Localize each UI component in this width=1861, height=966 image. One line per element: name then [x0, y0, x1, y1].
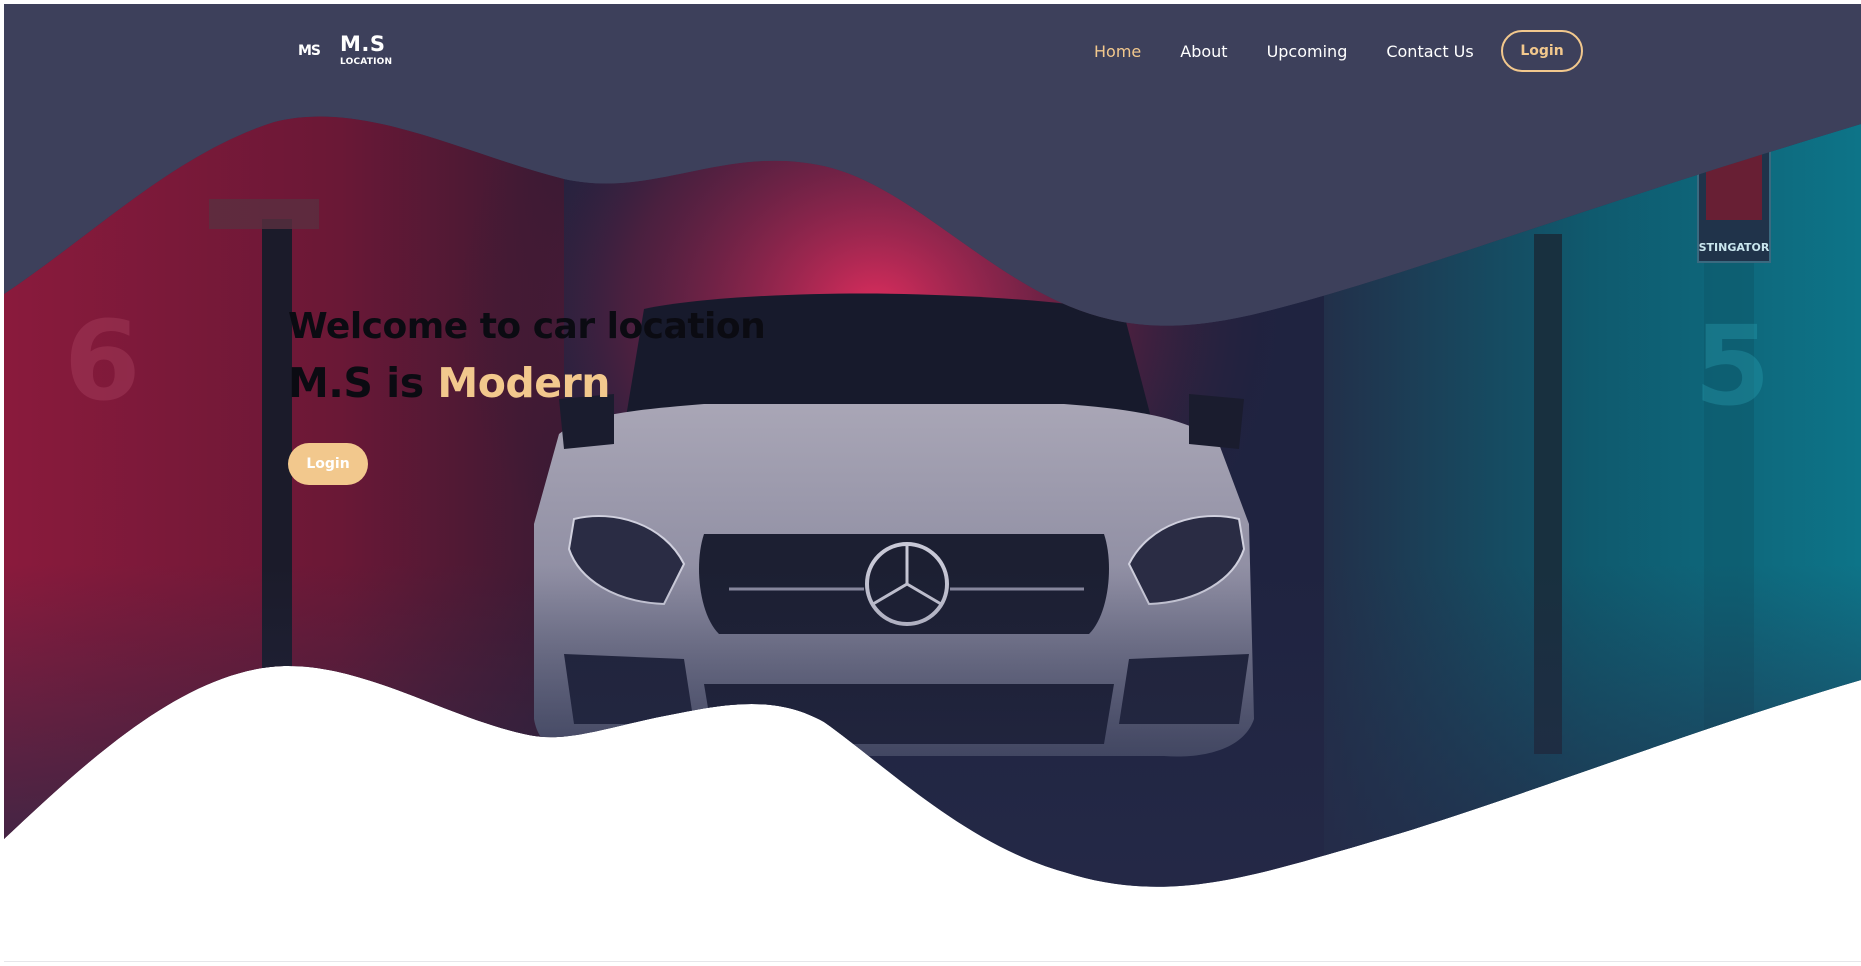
nav-contact-link[interactable]: Contact Us: [1386, 42, 1473, 61]
wall-number-right: 5: [1694, 302, 1771, 430]
brand-title: M.S: [340, 32, 386, 56]
wall-number-left: 6: [64, 297, 141, 425]
hero-welcome-text: Welcome to car location: [288, 306, 766, 347]
brand-text: M.S LOCATION: [340, 34, 392, 67]
nav-login-button[interactable]: Login: [1501, 30, 1583, 72]
brand-subtitle: LOCATION: [340, 57, 393, 67]
hero-tagline: M.S is Modern: [288, 359, 765, 407]
page: 6 5 STINGATOR MS M.S LOCATION Home About…: [4, 4, 1861, 962]
hero-heading: Welcome to car location M.S is Modern: [288, 306, 766, 407]
nav-home-link[interactable]: Home: [1094, 42, 1141, 61]
nav-about-link[interactable]: About: [1180, 42, 1227, 61]
wall-sign-text: STINGATOR: [1699, 241, 1770, 254]
hero-tagline-accent: Modern: [437, 359, 610, 407]
hero-background: 6 5 STINGATOR: [4, 4, 1861, 961]
nav-upcoming-link[interactable]: Upcoming: [1267, 42, 1348, 61]
hero-login-button[interactable]: Login: [288, 443, 368, 485]
nav-menu: Home About Upcoming Contact Us: [1094, 42, 1513, 61]
hero-tagline-prefix: M.S is: [288, 359, 438, 407]
navbar: MS M.S LOCATION Home About Upcoming Cont…: [4, 4, 1861, 104]
brand-mark-icon: MS: [297, 42, 321, 59]
brand-logo[interactable]: MS M.S LOCATION: [296, 34, 392, 67]
